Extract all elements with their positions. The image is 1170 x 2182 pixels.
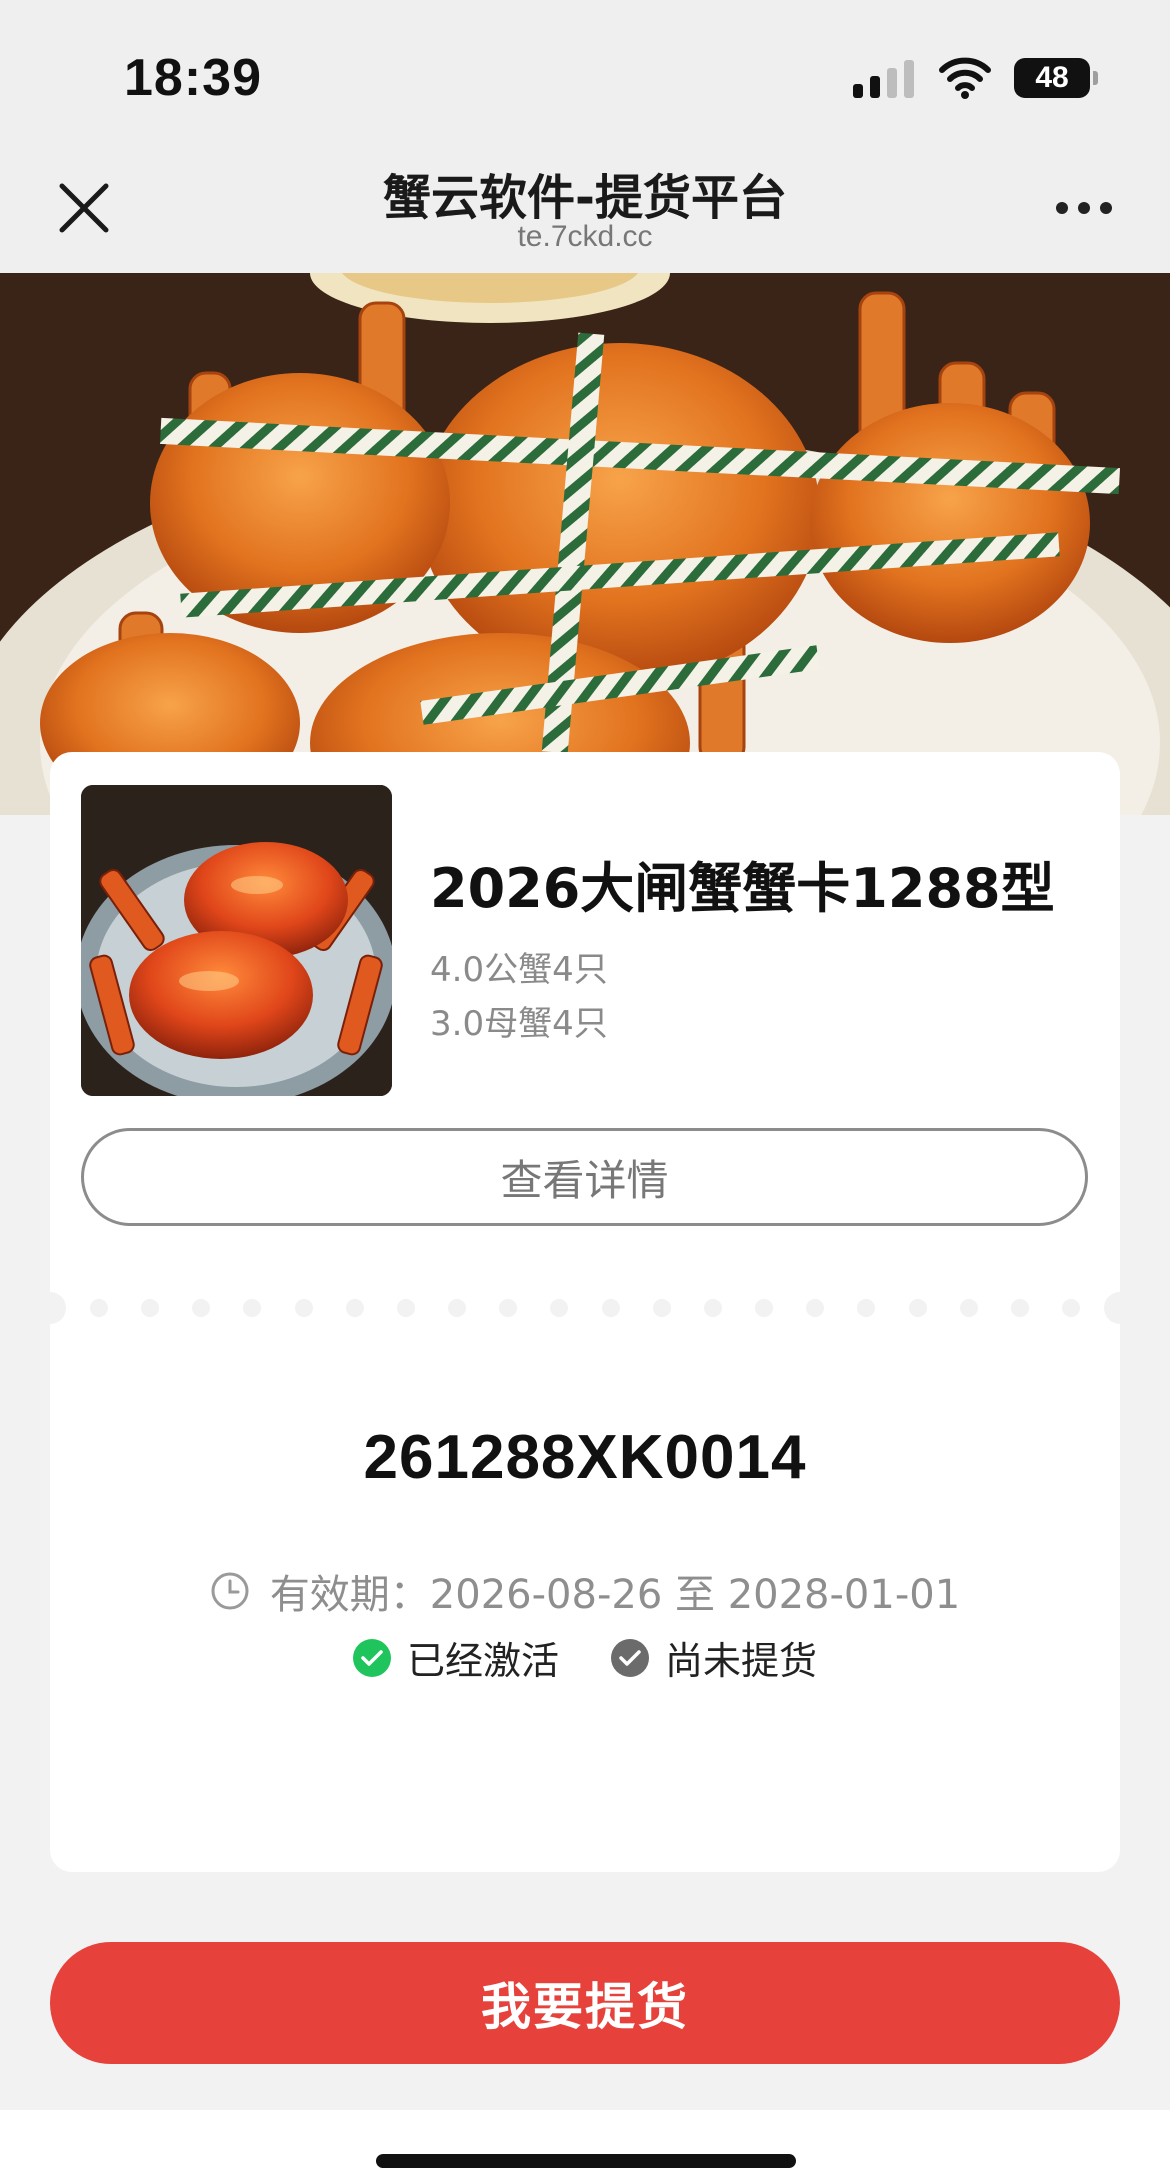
- signal-bars-icon: [853, 58, 914, 98]
- battery-level: 48: [1035, 61, 1069, 94]
- status-time: 18:39: [124, 49, 262, 107]
- check-circle-gray-icon: [611, 1638, 649, 1677]
- status-bar: 18:39 48: [0, 0, 1170, 150]
- view-details-button[interactable]: 查看详情: [81, 1128, 1088, 1226]
- status-not-picked-up-label: 尚未提货: [665, 1639, 818, 1683]
- spec-male-crab: 4.0公蟹4只: [430, 950, 608, 990]
- home-indicator[interactable]: [376, 2154, 796, 2168]
- validity-period: 有效期：2026-08-26 至 2028-01-01: [50, 1562, 1120, 1620]
- title-bar: 蟹云软件-提货平台 te.7ckd.cc: [0, 150, 1170, 273]
- page-title: 蟹云软件-提货平台: [383, 170, 787, 226]
- crab-card: 2026大闸蟹蟹卡1288型 4.0公蟹4只 3.0母蟹4只 查看详情 2612…: [34, 752, 1136, 1872]
- ticket-perforation: [34, 1292, 1136, 1324]
- product-title: 2026大闸蟹蟹卡1288型: [430, 857, 1055, 920]
- product-image: [81, 785, 392, 1096]
- check-circle-green-icon: [352, 1638, 391, 1677]
- page-url: te.7ckd.cc: [517, 220, 653, 253]
- card-code: 261288XK0014: [363, 1423, 807, 1492]
- status-row: 已经激活 尚未提货: [50, 1630, 1120, 1685]
- status-activated-label: 已经激活: [406, 1639, 559, 1683]
- spec-female-crab: 3.0母蟹4只: [430, 1004, 608, 1044]
- clock-icon: [211, 1572, 249, 1610]
- status-not-picked-up: 尚未提货: [611, 1630, 817, 1685]
- more-dots-icon[interactable]: [1056, 202, 1112, 214]
- hairy-crabs-illustration: [0, 273, 1170, 815]
- validity-text: 有效期：2026-08-26 至 2028-01-01: [269, 1572, 961, 1618]
- status-icons: 48: [853, 56, 1098, 100]
- wifi-icon: [939, 57, 991, 99]
- status-activated: 已经激活: [352, 1630, 559, 1685]
- steamed-crabs-illustration: [81, 785, 392, 1096]
- bottom-bar: [0, 2110, 1170, 2182]
- pickup-button[interactable]: 我要提货: [50, 1942, 1120, 2064]
- hero-crabs-image: [0, 273, 1170, 815]
- battery-icon: 48: [1014, 58, 1098, 98]
